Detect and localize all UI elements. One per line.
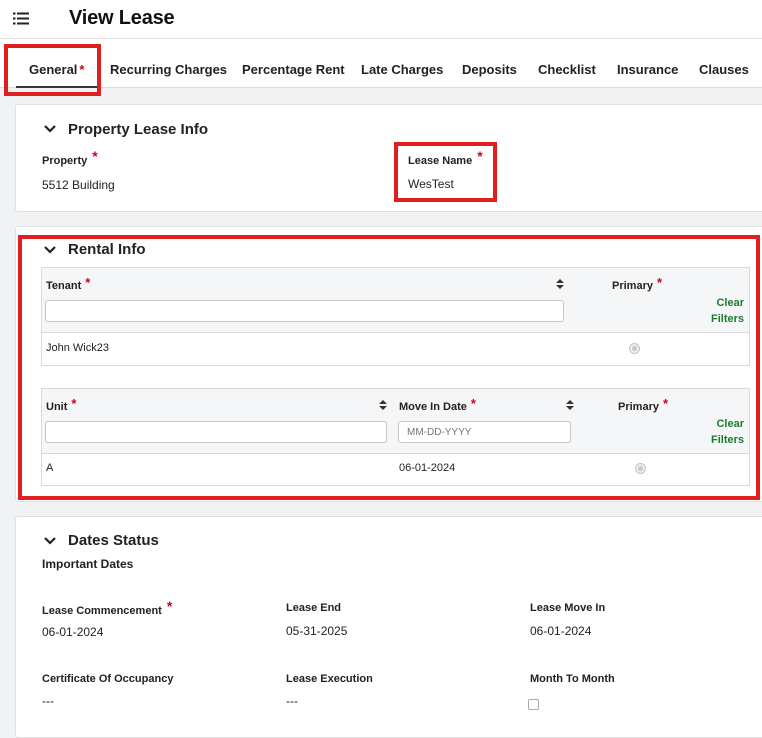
unit-filter-input[interactable] [45,421,387,443]
primary-column-label: Primary [612,280,653,292]
active-tab-indicator [16,86,98,88]
month-to-month-checkbox[interactable] [528,699,539,710]
sort-icon[interactable] [379,400,387,410]
chevron-down-icon[interactable] [44,125,56,133]
section-title: Rental Info [68,241,146,258]
required-marker: * [85,275,91,290]
tab-checklist[interactable]: Checklist [538,39,596,87]
clear-filters-link[interactable]: Clear Filters [682,295,744,327]
lease-name-label: Lease Name * [408,148,483,167]
unit-grid-header: Unit* Move In Date* Primary* Clear Filte… [42,389,749,454]
tab-deposits[interactable]: Deposits [462,39,517,87]
primary-column-header: Primary * [612,275,663,292]
chevron-down-icon[interactable] [44,246,56,254]
lease-name-label-text: Lease Name [408,155,473,167]
lease-commencement-label-text: Lease Commencement [42,605,162,617]
lease-commencement-label: Lease Commencement * [42,598,173,617]
tab-percentage-rent[interactable]: Percentage Rent [242,39,345,87]
move-in-date-cell: 06-01-2024 [399,462,456,474]
required-marker: * [656,275,663,290]
tenant-column-label: Tenant [46,280,82,292]
unit-grid: Unit* Move In Date* Primary* Clear Filte… [41,388,750,486]
section-title: Property Lease Info [68,121,209,138]
tab-bar: General * Recurring Charges Percentage Re… [0,39,762,88]
unit-column-label: Unit [46,401,68,413]
certificate-of-occupancy-label: Certificate Of Occupancy [42,673,174,685]
tab-recurring-charges[interactable]: Recurring Charges [110,39,227,87]
primary-radio[interactable] [635,463,646,474]
required-marker: * [166,598,173,614]
property-value: 5512 Building [42,178,115,192]
tab-late-charges[interactable]: Late Charges [361,39,443,87]
important-dates-subtitle: Important Dates [42,557,134,571]
property-label-text: Property [42,155,88,167]
tab-clauses[interactable]: Clauses [699,39,749,87]
lease-move-in-value: 06-01-2024 [530,624,592,638]
move-in-date-filter-input[interactable] [398,421,571,443]
tenant-column-header[interactable]: Tenant * [46,275,91,292]
page-title: View Lease [69,7,175,29]
required-marker: * [92,148,98,164]
move-in-date-column-header[interactable]: Move In Date * [399,396,476,413]
unit-cell: A [46,462,54,474]
move-in-date-column-label: Move In Date [399,401,467,413]
section-title: Dates Status [68,532,159,549]
rental-info-card: Rental Info Tenant * Primary * Clear Filte… [15,226,762,502]
required-marker: * [79,62,85,77]
lease-execution-label: Lease Execution [286,673,373,685]
required-marker: * [477,148,483,164]
required-marker: * [470,396,476,411]
lease-end-label: Lease End [286,602,342,614]
tenant-grid-header: Tenant * Primary * Clear Filters [42,268,749,333]
unit-column-header[interactable]: Unit * [46,396,77,413]
lease-move-in-label: Lease Move In [530,602,606,614]
clear-filters-link[interactable]: Clear Filters [682,416,744,448]
required-marker: * [662,396,669,411]
list-menu-icon[interactable] [13,12,29,25]
sort-icon[interactable] [566,400,574,410]
sort-icon[interactable] [556,279,564,289]
tab-general-label: General [29,62,78,77]
top-bar: View Lease [0,0,762,39]
tenant-grid: Tenant * Primary * Clear Filters John Wick… [41,267,750,366]
month-to-month-label: Month To Month [530,673,615,685]
tenant-filter-input[interactable] [45,300,564,322]
primary-radio[interactable] [629,343,640,354]
chevron-down-icon[interactable] [44,537,56,545]
certificate-of-occupancy-value: --- [42,694,54,708]
primary-column-header: Primary * [618,396,669,413]
property-label: Property * [42,148,98,167]
tab-insurance[interactable]: Insurance [617,39,678,87]
lease-end-value: 05-31-2025 [286,624,348,638]
required-marker: * [71,396,77,411]
lease-commencement-value: 06-01-2024 [42,625,104,639]
tab-general[interactable]: General * [29,39,84,87]
tenant-name-cell: John Wick23 [46,342,109,354]
lease-name-value: WesTest [408,177,454,191]
primary-column-label: Primary [618,401,659,413]
lease-execution-value: --- [286,694,298,708]
dates-status-card: Dates Status Important Dates Lease Comme… [15,516,762,738]
property-lease-info-card: Property Lease Info Property * 5512 Build… [15,104,762,212]
